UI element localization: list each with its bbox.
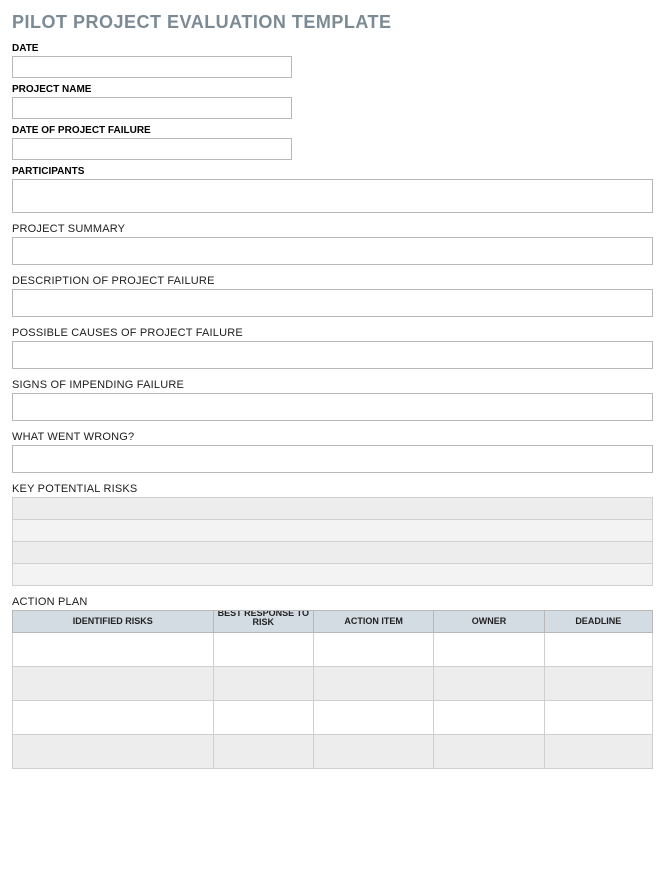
cell-identified[interactable] — [13, 633, 214, 667]
cell-owner[interactable] — [434, 667, 544, 701]
col-identified-risks: IDENTIFIED RISKS — [13, 611, 214, 633]
date-label: DATE — [12, 43, 653, 54]
participants-input[interactable] — [12, 179, 653, 213]
key-risks-table — [12, 497, 653, 586]
wrong-input[interactable] — [12, 445, 653, 473]
causes-label: POSSIBLE CAUSES OF PROJECT FAILURE — [12, 327, 653, 339]
risk-row[interactable] — [13, 498, 653, 520]
signs-label: SIGNS OF IMPENDING FAILURE — [12, 379, 653, 391]
cell-item[interactable] — [313, 667, 433, 701]
risk-row[interactable] — [13, 564, 653, 586]
col-owner: OWNER — [434, 611, 544, 633]
action-plan-table: IDENTIFIED RISKS BEST RESPONSE TO RISK A… — [12, 610, 653, 769]
col-action-item: ACTION ITEM — [313, 611, 433, 633]
causes-input[interactable] — [12, 341, 653, 369]
date-failure-label: DATE OF PROJECT FAILURE — [12, 125, 653, 136]
summary-label: PROJECT SUMMARY — [12, 223, 653, 235]
page-title: PILOT PROJECT EVALUATION TEMPLATE — [12, 12, 653, 33]
risk-row[interactable] — [13, 520, 653, 542]
cell-response[interactable] — [213, 667, 313, 701]
table-row — [13, 701, 653, 735]
signs-input[interactable] — [12, 393, 653, 421]
cell-response[interactable] — [213, 701, 313, 735]
summary-input[interactable] — [12, 237, 653, 265]
col-deadline: DEADLINE — [544, 611, 652, 633]
date-failure-input[interactable] — [12, 138, 292, 160]
cell-owner[interactable] — [434, 735, 544, 769]
cell-identified[interactable] — [13, 667, 214, 701]
project-name-input[interactable] — [12, 97, 292, 119]
cell-owner[interactable] — [434, 633, 544, 667]
cell-item[interactable] — [313, 701, 433, 735]
cell-response[interactable] — [213, 735, 313, 769]
table-row — [13, 667, 653, 701]
cell-deadline[interactable] — [544, 735, 652, 769]
wrong-label: WHAT WENT WRONG? — [12, 431, 653, 443]
project-name-label: PROJECT NAME — [12, 84, 653, 95]
plan-label: ACTION PLAN — [12, 596, 653, 608]
participants-label: PARTICIPANTS — [12, 166, 653, 177]
cell-deadline[interactable] — [544, 633, 652, 667]
cell-item[interactable] — [313, 735, 433, 769]
cell-identified[interactable] — [13, 701, 214, 735]
col-best-response: BEST RESPONSE TO RISK — [213, 611, 313, 633]
description-input[interactable] — [12, 289, 653, 317]
table-row — [13, 735, 653, 769]
date-input[interactable] — [12, 56, 292, 78]
risks-label: KEY POTENTIAL RISKS — [12, 483, 653, 495]
cell-item[interactable] — [313, 633, 433, 667]
risk-row[interactable] — [13, 542, 653, 564]
cell-deadline[interactable] — [544, 667, 652, 701]
cell-identified[interactable] — [13, 735, 214, 769]
table-row — [13, 633, 653, 667]
cell-response[interactable] — [213, 633, 313, 667]
cell-owner[interactable] — [434, 701, 544, 735]
cell-deadline[interactable] — [544, 701, 652, 735]
description-label: DESCRIPTION OF PROJECT FAILURE — [12, 275, 653, 287]
